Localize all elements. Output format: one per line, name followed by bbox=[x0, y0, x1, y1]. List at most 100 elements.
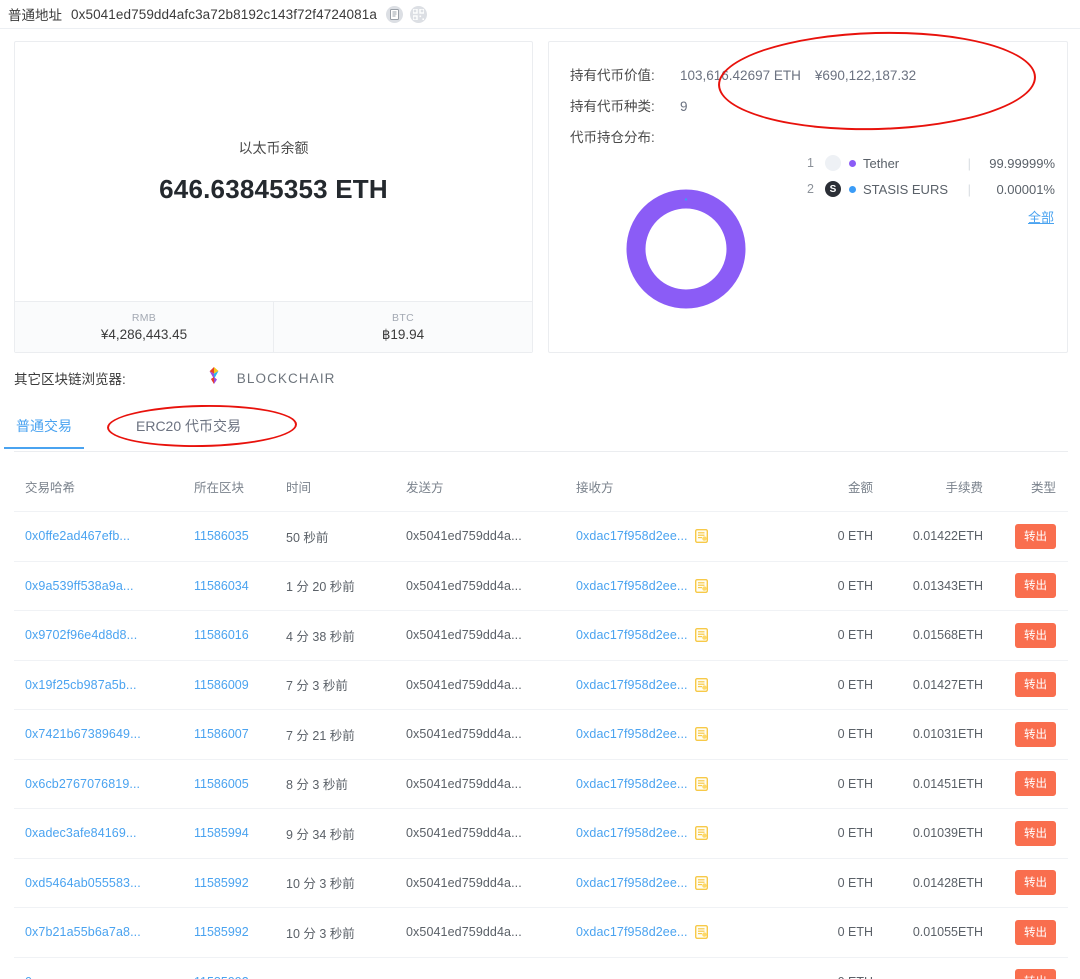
tx-hash-link[interactable]: 0x9a539ff538a9a... bbox=[25, 579, 134, 593]
block-number-link[interactable]: 11586009 bbox=[194, 678, 249, 692]
view-all-tokens-link[interactable]: 全部 bbox=[1028, 210, 1054, 225]
copy-document-icon[interactable] bbox=[386, 5, 403, 23]
blockchair-logo-icon bbox=[205, 366, 224, 390]
tx-amount: 0 ETH bbox=[837, 677, 873, 692]
tx-to-address-link[interactable]: 0xdac17f958d2ee... bbox=[576, 777, 688, 791]
table-row[interactable]: 0xd5464ab055583... 11585992 10 分 3 秒前 0x504… bbox=[14, 859, 1068, 908]
tx-hash-link[interactable]: 0x7b21a55b6a7a8... bbox=[25, 925, 141, 939]
col-header-time: 时间 bbox=[286, 481, 312, 495]
tx-to-address-link[interactable]: 0xdac17f958d2ee... bbox=[576, 529, 688, 543]
tx-hash-link[interactable]: 0x6cb2767076819... bbox=[25, 777, 140, 791]
rmb-label: RMB bbox=[131, 312, 157, 324]
contract-icon[interactable] bbox=[694, 578, 708, 593]
tx-hash-link[interactable]: 0x9702f96e4d8d8... bbox=[25, 628, 137, 642]
donut-slice-tether bbox=[626, 189, 746, 309]
tx-amount: 0 ETH bbox=[837, 925, 873, 940]
tx-to-address-link[interactable]: 0xdac17f958d2ee... bbox=[576, 876, 688, 890]
contract-icon[interactable] bbox=[694, 776, 708, 791]
tx-hash-link[interactable]: 0x0ffe2ad467efb... bbox=[25, 529, 130, 543]
block-number-link[interactable]: 11586005 bbox=[194, 777, 249, 791]
blockchair-label: BLOCKCHAIR bbox=[236, 370, 336, 386]
blockchair-link[interactable]: BLOCKCHAIR bbox=[205, 366, 336, 390]
tx-to-address-link[interactable]: 0xdac17f958d2ee... bbox=[576, 579, 688, 593]
block-number-link[interactable]: 11586016 bbox=[194, 628, 249, 642]
col-header-to: 接收方 bbox=[576, 481, 614, 495]
col-header-amount: 金额 bbox=[847, 481, 873, 495]
block-number-link[interactable]: 11585992 bbox=[194, 975, 249, 979]
legend-color-dot bbox=[849, 185, 856, 193]
tx-from-address: 0x5041ed759dd4a... bbox=[406, 727, 522, 742]
block-number-link[interactable]: 11585992 bbox=[194, 925, 249, 939]
block-number-link[interactable]: 11586035 bbox=[194, 529, 249, 543]
legend-item[interactable]: 2 S STASIS EURS | 0.00001% bbox=[807, 176, 1055, 202]
tx-amount: 0 ETH bbox=[837, 529, 873, 544]
token-distribution-row: 代币持仓分布: bbox=[570, 126, 680, 146]
contract-icon[interactable] bbox=[694, 826, 708, 841]
legend-item[interactable]: 1 Tether | 99.99999% bbox=[807, 150, 1055, 176]
tx-amount: 0 ETH bbox=[788, 975, 888, 979]
tx-fee: 0.01568ETH bbox=[912, 628, 983, 643]
tab-erc20-token-transactions[interactable]: ERC20 代币交易 bbox=[134, 410, 243, 448]
tx-hash-link[interactable]: 0x7421b67389649... bbox=[25, 727, 141, 741]
eth-balance-footer: RMB ¥4,286,443.45 BTC ฿19.94 bbox=[15, 301, 532, 352]
tx-hash-link[interactable]: 0xadec3afe84169... bbox=[25, 826, 137, 840]
table-header: 交易哈希 所在区块 时间 发送方 接收方 金额 手续费 类型 bbox=[14, 462, 1068, 512]
tx-from-address: 0x5041ed759dd4a... bbox=[406, 826, 522, 841]
contract-icon[interactable] bbox=[694, 677, 708, 692]
tx-direction-badge: 转出 bbox=[1015, 870, 1056, 896]
contract-icon[interactable] bbox=[694, 925, 708, 940]
table-header-row: 交易哈希 所在区块 时间 发送方 接收方 金额 手续费 类型 bbox=[14, 462, 1068, 512]
table-row[interactable]: 0x9a539ff538a9a... 11586034 1 分 20 秒前 0x504… bbox=[14, 562, 1068, 611]
tx-fee: 0.01031ETH bbox=[912, 727, 983, 742]
tx-to-address-link[interactable]: 0xdac17f958d2ee... bbox=[576, 628, 688, 642]
tx-amount: 0 ETH bbox=[837, 826, 873, 841]
table-row[interactable]: 0x19f25cb987a5b... 11586009 7 分 3 秒前 0x5041… bbox=[14, 661, 1068, 710]
tx-to-address-link[interactable]: 0xdac17f958d2ee... bbox=[576, 678, 688, 692]
legend-color-dot bbox=[849, 159, 856, 167]
rmb-cell: RMB ¥4,286,443.45 bbox=[15, 302, 273, 352]
table-row[interactable]: 0x9702f96e4d8d8... 11586016 4 分 38 秒前 0x504… bbox=[14, 611, 1068, 661]
block-number-link[interactable]: 11585992 bbox=[194, 876, 249, 890]
col-header-type: 类型 bbox=[1030, 481, 1056, 495]
contract-icon[interactable] bbox=[694, 628, 708, 643]
table-row[interactable]: 0x6cb2767076819... 11586005 8 分 3 秒前 0x5041… bbox=[14, 760, 1068, 809]
tx-fee: 0.01428ETH bbox=[912, 875, 983, 890]
legend-percent: 99.99999% bbox=[989, 155, 1055, 171]
token-kinds-row: 持有代币种类: 9 bbox=[570, 95, 688, 115]
table-row[interactable]: 0x7b21a55b6a7a8... 11585992 10 分 3 秒前 0x504… bbox=[14, 908, 1068, 958]
tx-amount: 0 ETH bbox=[837, 875, 873, 890]
stasis-eurs-logo-icon: S bbox=[825, 181, 841, 197]
tether-logo-icon bbox=[825, 155, 841, 171]
legend-token-name: Tether bbox=[863, 155, 900, 171]
legend-divider: | bbox=[967, 155, 971, 171]
tx-direction-badge: 转出 bbox=[1015, 721, 1056, 747]
contract-icon[interactable] bbox=[694, 529, 708, 544]
table-row[interactable]: 0xadec3afe84169... 11585994 9 分 34 秒前 0x504… bbox=[14, 809, 1068, 859]
tx-hash-link[interactable]: 0x19f25cb987a5b... bbox=[25, 678, 137, 692]
table-row[interactable]: 0x0ffe2ad467efb... 11586035 50 秒前 0x5041ed7… bbox=[14, 512, 1068, 562]
contract-icon[interactable] bbox=[694, 727, 708, 742]
token-value-row: 持有代币价值: 103,616.42697 ETH ¥690,122,187.32 bbox=[570, 64, 916, 84]
table-row[interactable]: 0x7421b67389649... 11586007 7 分 21 秒前 0x504… bbox=[14, 710, 1068, 760]
block-number-link[interactable]: 11586034 bbox=[194, 579, 249, 593]
tx-fee: 0.01343ETH bbox=[912, 578, 983, 593]
address-value: 0x5041ed759dd4afc3a72b8192c143f72f472408… bbox=[71, 6, 377, 22]
col-header-block: 所在区块 bbox=[194, 481, 245, 495]
other-explorer-label: 其它区块链浏览器: bbox=[14, 372, 126, 387]
block-number-link[interactable]: 11586007 bbox=[194, 727, 249, 741]
table-row[interactable]: 0x... 11585992 0 ETH 转出 bbox=[14, 958, 1068, 979]
btc-value: ฿19.94 bbox=[381, 326, 425, 342]
tx-age: 10 分 3 秒前 bbox=[286, 926, 355, 941]
contract-icon[interactable] bbox=[694, 875, 708, 890]
tx-to-address-link[interactable]: 0xdac17f958d2ee... bbox=[576, 925, 688, 939]
block-number-link[interactable]: 11585994 bbox=[194, 826, 249, 840]
tab-normal-transactions[interactable]: 普通交易 bbox=[4, 410, 84, 449]
tx-to-address-link[interactable]: 0xdac17f958d2ee... bbox=[576, 727, 688, 741]
tx-from-address: 0x5041ed759dd4a... bbox=[406, 875, 522, 890]
tx-hash-link[interactable]: 0x... bbox=[25, 975, 49, 979]
tx-hash-link[interactable]: 0xd5464ab055583... bbox=[25, 876, 141, 890]
legend-view-all[interactable]: 全部 bbox=[807, 207, 1055, 227]
donut-slice-stasis-eurs bbox=[684, 198, 688, 201]
qr-code-icon[interactable] bbox=[410, 5, 427, 23]
tx-to-address-link[interactable]: 0xdac17f958d2ee... bbox=[576, 826, 688, 840]
